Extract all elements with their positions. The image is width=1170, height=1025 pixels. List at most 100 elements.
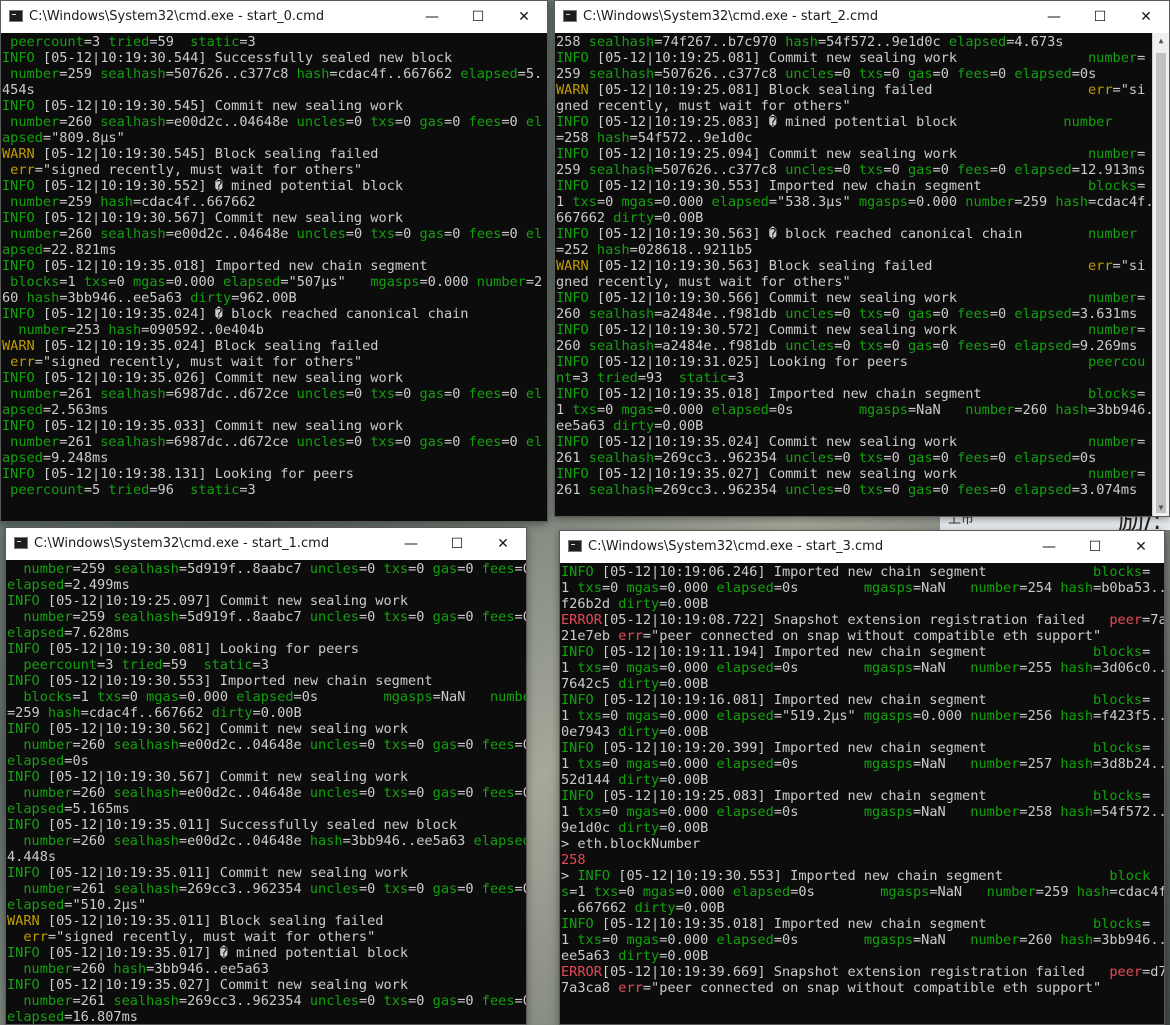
console-text: WARN — [2, 338, 43, 354]
console-line: 1 txs=0 mgas=0.000 elapsed=0s mgasps=NaN… — [561, 660, 1164, 676]
console-text: uncles — [785, 338, 835, 354]
console-line: INFO [05-12|10:19:30.562] Commit new sea… — [7, 721, 526, 737]
minimize-button[interactable]: — — [1031, 1, 1077, 33]
console-text: =12.913ms — [1071, 162, 1146, 178]
scroll-up-arrow-icon[interactable]: ▲ — [1153, 35, 1169, 47]
console-text: =0.00B — [659, 596, 709, 612]
console-text: elapsed — [236, 689, 294, 705]
console-text: mgasps — [863, 580, 913, 596]
console-line: 261 sealhash=269cc3..962354 uncles=0 txs… — [556, 450, 1153, 466]
scroll-down-arrow-icon[interactable]: ▼ — [1153, 502, 1169, 514]
console-text: mgas — [621, 194, 655, 210]
console-text: =3.074ms — [1071, 482, 1138, 498]
console-text: [05-12|10:19:35.018] Imported new chain … — [42, 258, 428, 274]
maximize-button[interactable]: ☐ — [1077, 1, 1123, 33]
console-text: elapsed — [7, 897, 65, 913]
console-line: gned recently, must wait for others" — [556, 274, 1153, 290]
console-output[interactable]: number=259 sealhash=5d919f..8aabc7 uncle… — [6, 560, 526, 1024]
title-bar[interactable]: C:\Windows\System32\cmd.exe - start_3.cm… — [560, 531, 1164, 563]
console-text: =0 — [394, 226, 420, 242]
console-output[interactable]: INFO [05-12|10:19:06.246] Imported new c… — [560, 563, 1164, 1024]
vertical-scrollbar[interactable]: ▲ ▼ — [1152, 33, 1169, 516]
console-text: number — [965, 402, 1015, 418]
cmd-window-start-3[interactable]: C:\Windows\System32\cmd.exe - start_3.cm… — [559, 530, 1165, 1025]
scrollbar-thumb[interactable] — [1156, 53, 1166, 513]
console-text: blocks — [1092, 564, 1143, 580]
console-line: INFO [05-12|10:19:30.553] Imported new c… — [556, 178, 1153, 194]
console-output[interactable]: 258 sealhash=74f267..b7c970 hash=54f572.… — [555, 33, 1153, 516]
console-text: =0s — [773, 660, 864, 676]
cmd-window-start-0[interactable]: C:\Windows\System32\cmd.exe - start_0.cm… — [0, 0, 548, 522]
title-bar[interactable]: C:\Windows\System32\cmd.exe - start_0.cm… — [1, 1, 547, 33]
console-text: elapsed — [1014, 66, 1072, 82]
console-text: elapsed — [711, 194, 769, 210]
console-text: sealhash — [113, 737, 179, 753]
console-text: INFO — [7, 865, 48, 881]
console-text: [05-12|10:19:31.025] Looking for peers — [596, 354, 1088, 370]
console-text: el — [525, 226, 543, 242]
console-text: hash — [1055, 194, 1089, 210]
console-text: uncles — [296, 114, 346, 130]
console-text: [05-12|10:19:30.552] � mined potential b… — [42, 178, 404, 194]
console-text: ee5a63 — [561, 948, 619, 964]
console-text: number — [2, 66, 60, 82]
console-text: =0 — [358, 785, 384, 801]
console-line: gned recently, must wait for others" — [556, 98, 1153, 114]
console-line: INFO [05-12|10:19:16.081] Imported new c… — [561, 692, 1164, 708]
close-button[interactable]: ✕ — [501, 1, 547, 33]
console-line: 7a3ca8 err="peer connected on snap witho… — [561, 980, 1164, 996]
console-text: =269cc3..962354 — [654, 482, 786, 498]
console-text: sealhash — [113, 833, 179, 849]
console-text: mgas — [626, 708, 660, 724]
close-button[interactable]: ✕ — [1118, 531, 1164, 563]
console-text: 258 — [561, 852, 586, 868]
console-text: =0s — [773, 804, 864, 820]
console-text: =0 — [457, 785, 482, 801]
console-text: =0s — [773, 580, 864, 596]
maximize-button[interactable]: ☐ — [434, 528, 480, 560]
console-text: =59 — [162, 657, 204, 673]
console-text: [05-12|10:19:30.562] Commit new sealing … — [47, 721, 409, 737]
console-text: ="peer connected on snap without compati… — [642, 628, 1102, 644]
console-text: elapsed — [7, 801, 65, 817]
console-text: elapsed — [7, 753, 65, 769]
console-text: f26b2d — [561, 596, 619, 612]
cmd-window-start-2[interactable]: C:\Windows\System32\cmd.exe - start_2.cm… — [554, 0, 1170, 517]
console-line: 259 sealhash=507626..c377c8 uncles=0 txs… — [556, 162, 1153, 178]
title-bar[interactable]: C:\Windows\System32\cmd.exe - start_2.cm… — [555, 1, 1169, 33]
close-button[interactable]: ✕ — [480, 528, 526, 560]
close-button[interactable]: ✕ — [1123, 1, 1169, 33]
console-text: = — [1137, 146, 1146, 162]
maximize-button[interactable]: ☐ — [455, 1, 501, 33]
console-text: =54f572.. — [1093, 804, 1164, 820]
maximize-button[interactable]: ☐ — [1072, 531, 1118, 563]
console-text: =0 — [601, 804, 627, 820]
title-bar[interactable]: C:\Windows\System32\cmd.exe - start_1.cm… — [6, 528, 526, 560]
console-text: s — [561, 884, 570, 900]
console-text: elapsed — [7, 625, 65, 641]
console-text: =0 — [932, 482, 958, 498]
console-text: el — [525, 114, 543, 130]
minimize-button[interactable]: — — [1026, 531, 1072, 563]
console-line: INFO [05-12|10:19:30.553] Imported new c… — [7, 673, 526, 689]
console-text: = — [1142, 564, 1151, 580]
console-text: =0 — [989, 482, 1015, 498]
cmd-window-start-1[interactable]: C:\Windows\System32\cmd.exe - start_1.cm… — [5, 527, 527, 1025]
console-text: number — [7, 881, 73, 897]
console-line: err="signed recently, must wait for othe… — [7, 929, 526, 945]
console-text: =0 — [501, 226, 526, 242]
console-text: number — [1087, 146, 1138, 162]
console-output[interactable]: peercount=3 tried=59 static=3 INFO [05-12… — [1, 33, 547, 521]
console-line: peercount=3 tried=59 static=3 — [2, 34, 547, 50]
console-text: [05-12|10:19:35.026] Commit new sealing … — [42, 370, 404, 386]
console-text: =7a — [1142, 612, 1164, 628]
minimize-button[interactable]: — — [409, 1, 455, 33]
minimize-button[interactable]: — — [388, 528, 434, 560]
console-text: =0.000 — [654, 402, 712, 418]
console-line: number=260 sealhash=e00d2c..04648e uncle… — [2, 114, 547, 130]
console-text: =260 — [1014, 402, 1056, 418]
console-text: =0 — [457, 609, 482, 625]
console-text: elapsed — [948, 34, 1007, 50]
console-line: number=261 sealhash=6987dc..d672ce uncle… — [2, 434, 547, 450]
console-text: [05-12|10:19:35.018] Imported new chain … — [601, 916, 1093, 932]
